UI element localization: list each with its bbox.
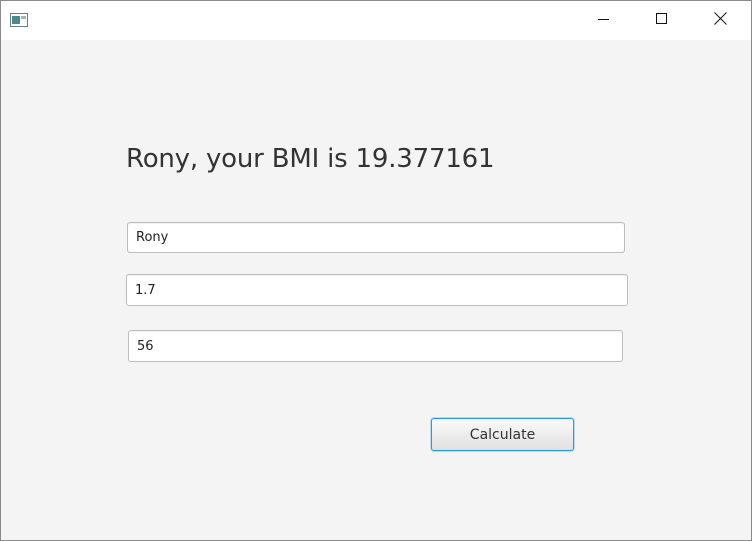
name-field[interactable] (127, 222, 625, 253)
main-content: Rony, your BMI is 19.377161 Calculate (1, 40, 751, 540)
close-button[interactable] (691, 1, 749, 40)
app-window: Rony, your BMI is 19.377161 Calculate (0, 0, 752, 541)
height-field[interactable] (126, 274, 628, 306)
title-bar[interactable] (1, 1, 751, 40)
weight-field[interactable] (128, 330, 623, 362)
minimize-button[interactable] (575, 1, 633, 40)
maximize-button[interactable] (633, 1, 691, 40)
bmi-result-label: Rony, your BMI is 19.377161 (126, 144, 495, 174)
maximize-icon (656, 12, 668, 30)
close-icon (713, 11, 727, 30)
calculate-button[interactable]: Calculate (431, 418, 574, 451)
java-window-icon (10, 13, 28, 27)
minimize-icon (598, 12, 610, 30)
